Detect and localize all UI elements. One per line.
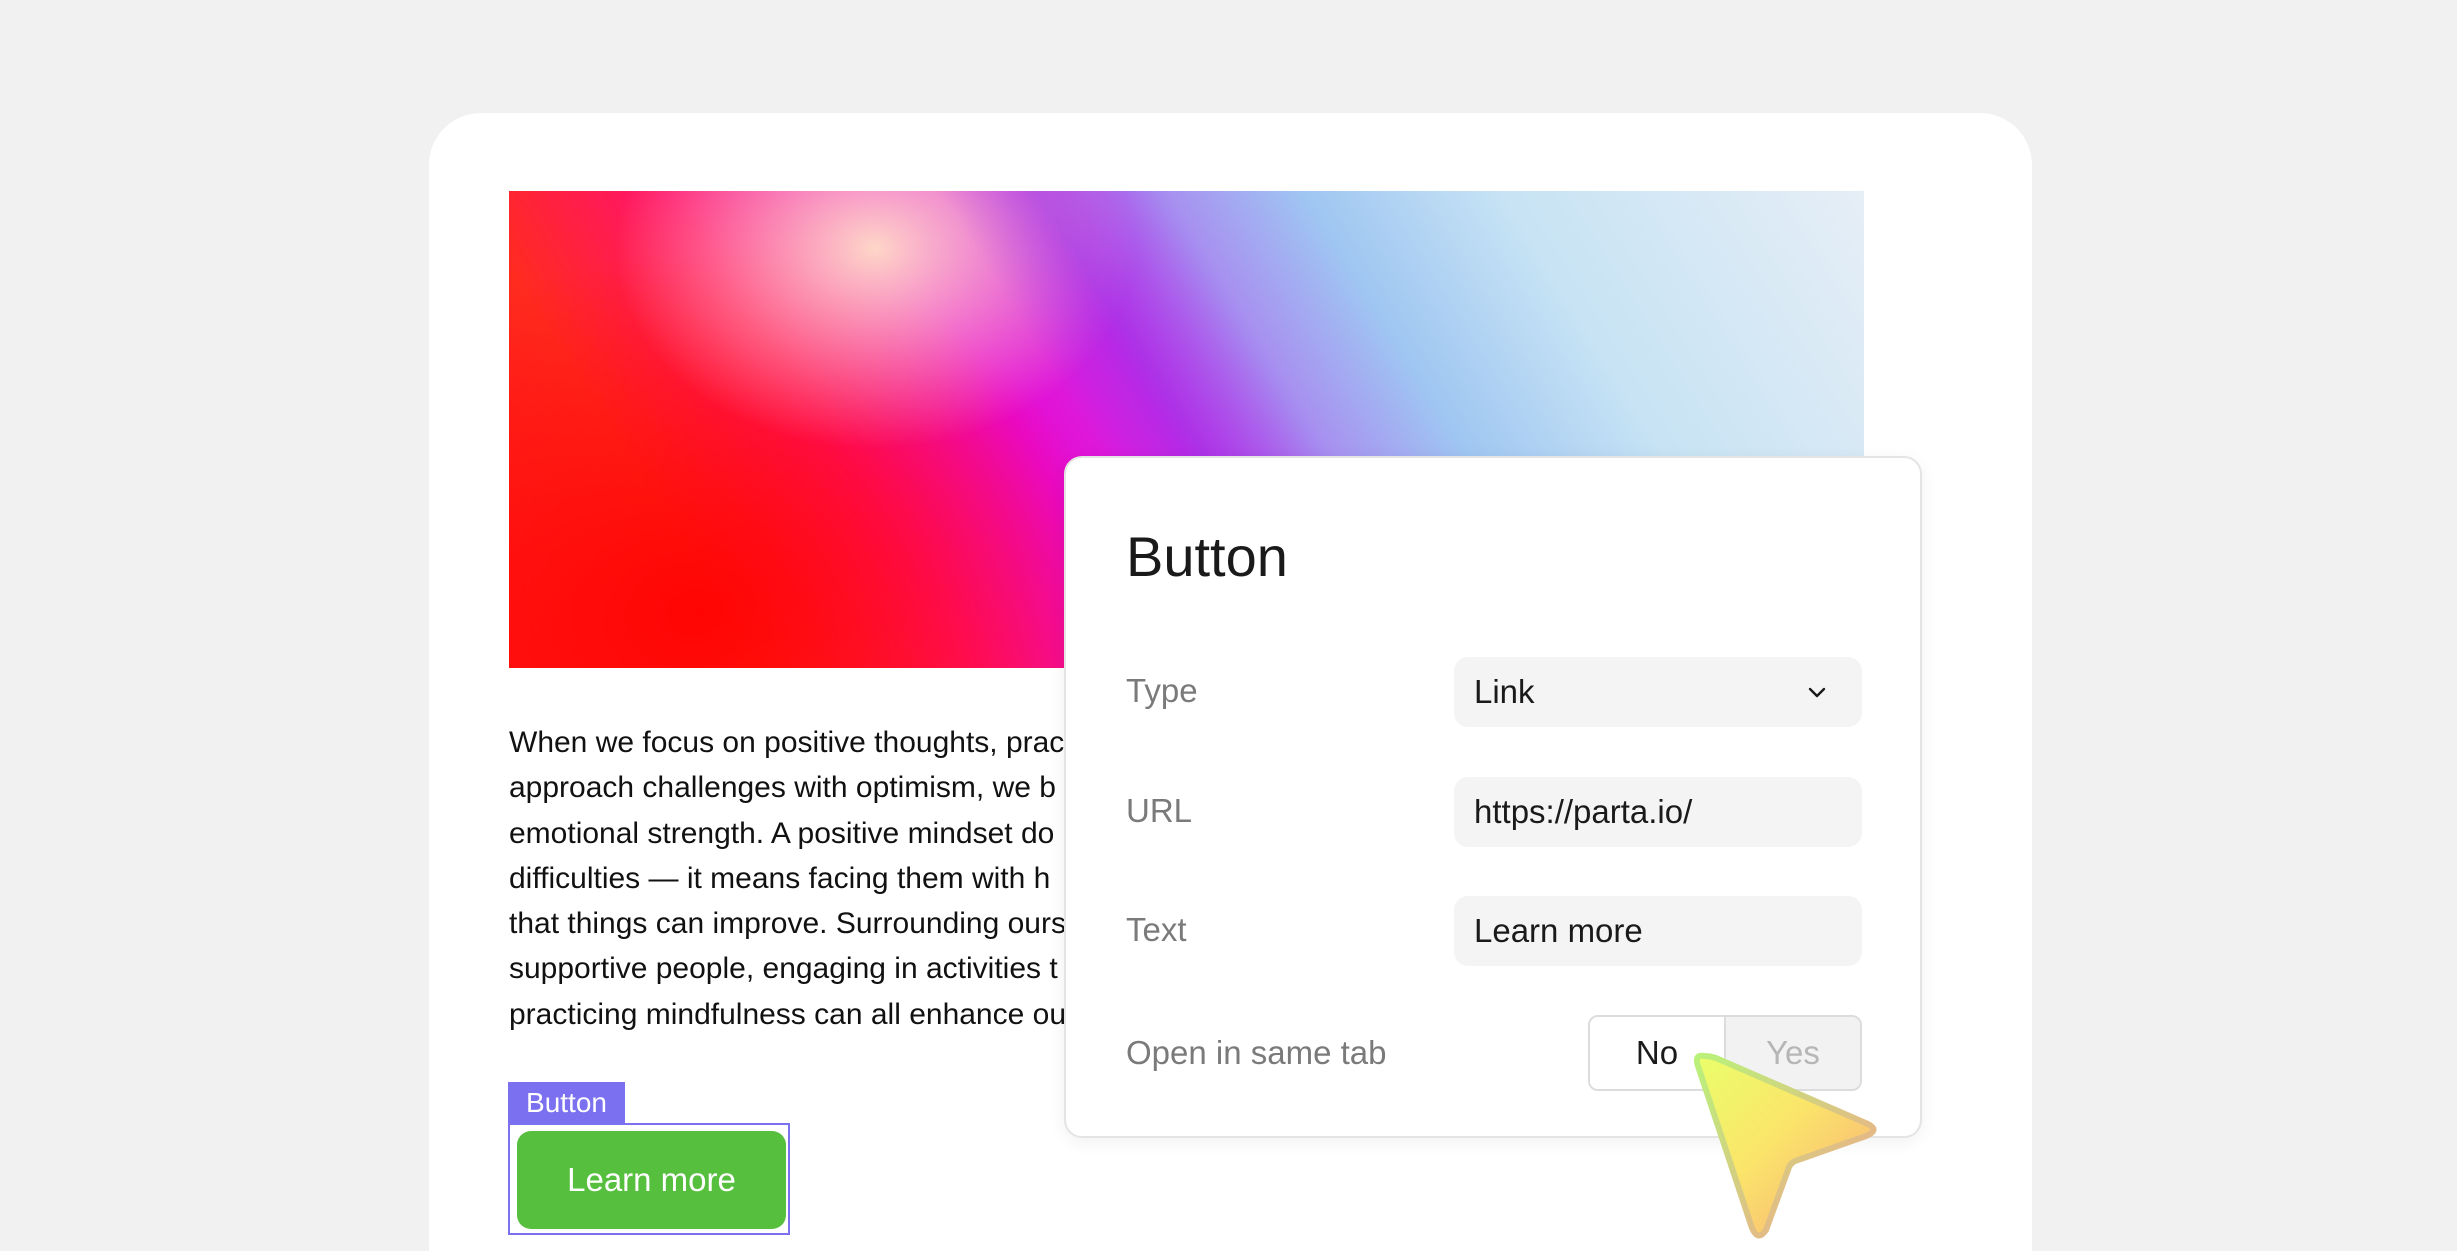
text-label: Text bbox=[1126, 911, 1187, 948]
selection-type-tag: Button bbox=[508, 1082, 625, 1124]
canvas: When we focus on positive thoughts, prac… bbox=[0, 0, 2457, 1251]
popover-title: Button bbox=[1126, 525, 1288, 588]
type-select[interactable]: Link bbox=[1454, 657, 1862, 727]
open-same-tab-label: Open in same tab bbox=[1126, 1034, 1387, 1071]
learn-more-button[interactable]: Learn more bbox=[517, 1131, 786, 1229]
chevron-down-icon bbox=[1808, 687, 1826, 698]
type-label: Type bbox=[1126, 672, 1198, 709]
type-select-value: Link bbox=[1474, 673, 1535, 710]
pointer-cursor-icon bbox=[1693, 1052, 1877, 1239]
url-label: URL bbox=[1126, 792, 1193, 829]
text-input[interactable]: Learn more bbox=[1454, 896, 1862, 966]
url-input[interactable]: https://parta.io/ bbox=[1454, 777, 1862, 847]
